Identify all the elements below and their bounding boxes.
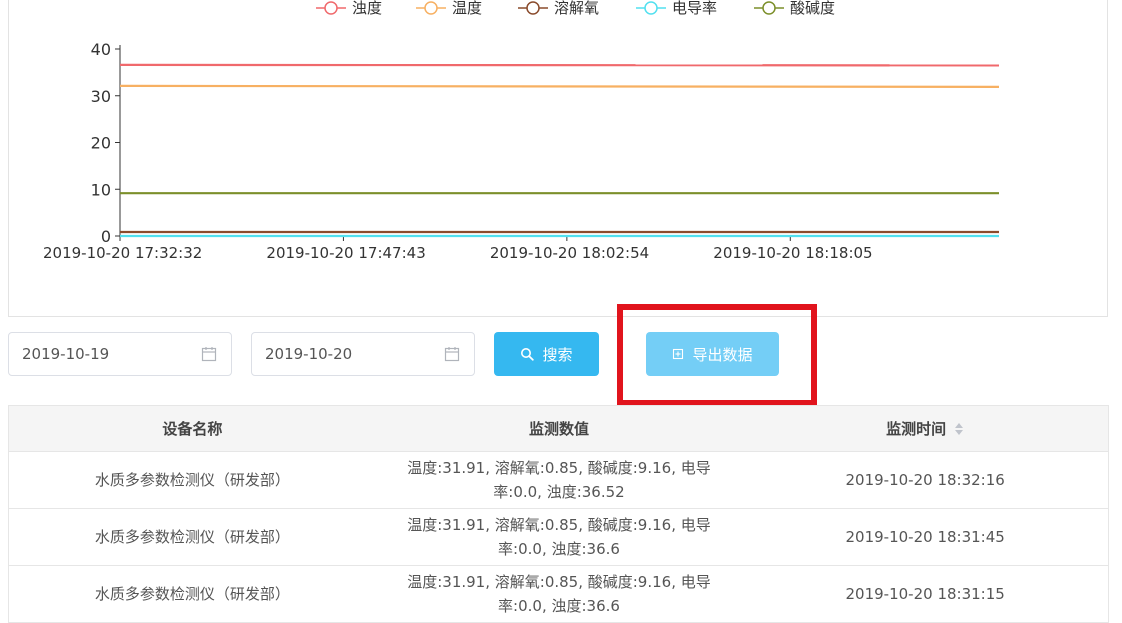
y-tick-label: 20: [91, 134, 111, 153]
series-line: [119, 84, 1000, 89]
x-tick-label: 2019-10-20 18:18:05: [713, 244, 872, 262]
chart-panel: 浊度 温度 溶解氧 电导率 酸碱度 0 10 20 30 40 2019-10-20 17:32:3…: [8, 0, 1108, 317]
search-button[interactable]: 搜索: [494, 332, 599, 376]
end-date-input[interactable]: [263, 333, 437, 375]
cell-time: 2019-10-20 18:31:45: [845, 528, 1005, 546]
legend-swatch-marker: [526, 1, 540, 15]
series-line: [119, 63, 1000, 67]
x-tick-label: 2019-10-20 18:02:54: [490, 244, 649, 262]
line-chart: 浊度 温度 溶解氧 电导率 酸碱度0102030402019-10-20 17:32:3…: [43, 0, 1000, 262]
legend-swatch-marker: [762, 1, 776, 15]
cell-device: 水质多参数检测仪（研发部）: [94, 471, 290, 489]
end-date-picker[interactable]: [251, 332, 475, 376]
cell-device: 水质多参数检测仪（研发部）: [94, 585, 290, 603]
legend-label: 温度: [452, 0, 482, 17]
header-device-name: 设备名称: [162, 420, 223, 438]
legend-label: 电导率: [672, 0, 717, 17]
header-monitor-values: 监测数值: [529, 420, 590, 438]
table-row: 水质多参数检测仪（研发部） 温度:31.91, 溶解氧:0.85, 酸碱度:9.…: [9, 566, 1108, 623]
search-button-label: 搜索: [542, 345, 573, 364]
search-icon: [521, 348, 535, 361]
calendar-icon: [444, 347, 460, 362]
cell-values: 温度:31.91, 溶解氧:0.85, 酸碱度:9.16, 电导率:0.0, 浊…: [407, 573, 711, 615]
table-header: 设备名称 监测数值 监测时间: [9, 406, 1108, 452]
table-row: 水质多参数检测仪（研发部） 温度:31.91, 溶解氧:0.85, 酸碱度:9.…: [9, 452, 1108, 509]
y-tick-label: 10: [91, 180, 111, 199]
cell-time: 2019-10-20 18:32:16: [845, 471, 1005, 489]
start-date-picker[interactable]: [8, 332, 232, 376]
cell-device: 水质多参数检测仪（研发部）: [94, 528, 290, 546]
sort-icon[interactable]: [954, 422, 964, 436]
cell-values: 温度:31.91, 溶解氧:0.85, 酸碱度:9.16, 电导率:0.0, 浊…: [407, 459, 711, 501]
cell-values: 温度:31.91, 溶解氧:0.85, 酸碱度:9.16, 电导率:0.0, 浊…: [407, 516, 711, 558]
legend-label: 酸碱度: [790, 0, 835, 17]
legend-swatch-marker: [644, 1, 658, 15]
x-tick-label: 2019-10-20 17:32:32: [43, 244, 202, 262]
y-tick-label: 40: [91, 40, 111, 59]
legend-label: 浊度: [352, 0, 382, 17]
y-tick-label: 30: [91, 87, 111, 106]
start-date-input[interactable]: [20, 333, 194, 375]
highlight-annotation-box: [617, 304, 817, 406]
table-row: 水质多参数检测仪（研发部） 温度:31.91, 溶解氧:0.85, 酸碱度:9.…: [9, 509, 1108, 566]
calendar-icon: [201, 347, 217, 362]
legend-swatch-marker: [324, 1, 338, 15]
legend-label: 溶解氧: [554, 0, 599, 17]
x-tick-label: 2019-10-20 17:47:43: [266, 244, 425, 262]
header-monitor-time[interactable]: 监测时间: [742, 406, 1108, 451]
cell-time: 2019-10-20 18:31:15: [845, 585, 1005, 603]
data-table: 设备名称 监测数值 监测时间 水质多参数检测仪（研发部） 温度:31.91, 溶…: [8, 405, 1109, 623]
legend-swatch-marker: [424, 1, 438, 15]
